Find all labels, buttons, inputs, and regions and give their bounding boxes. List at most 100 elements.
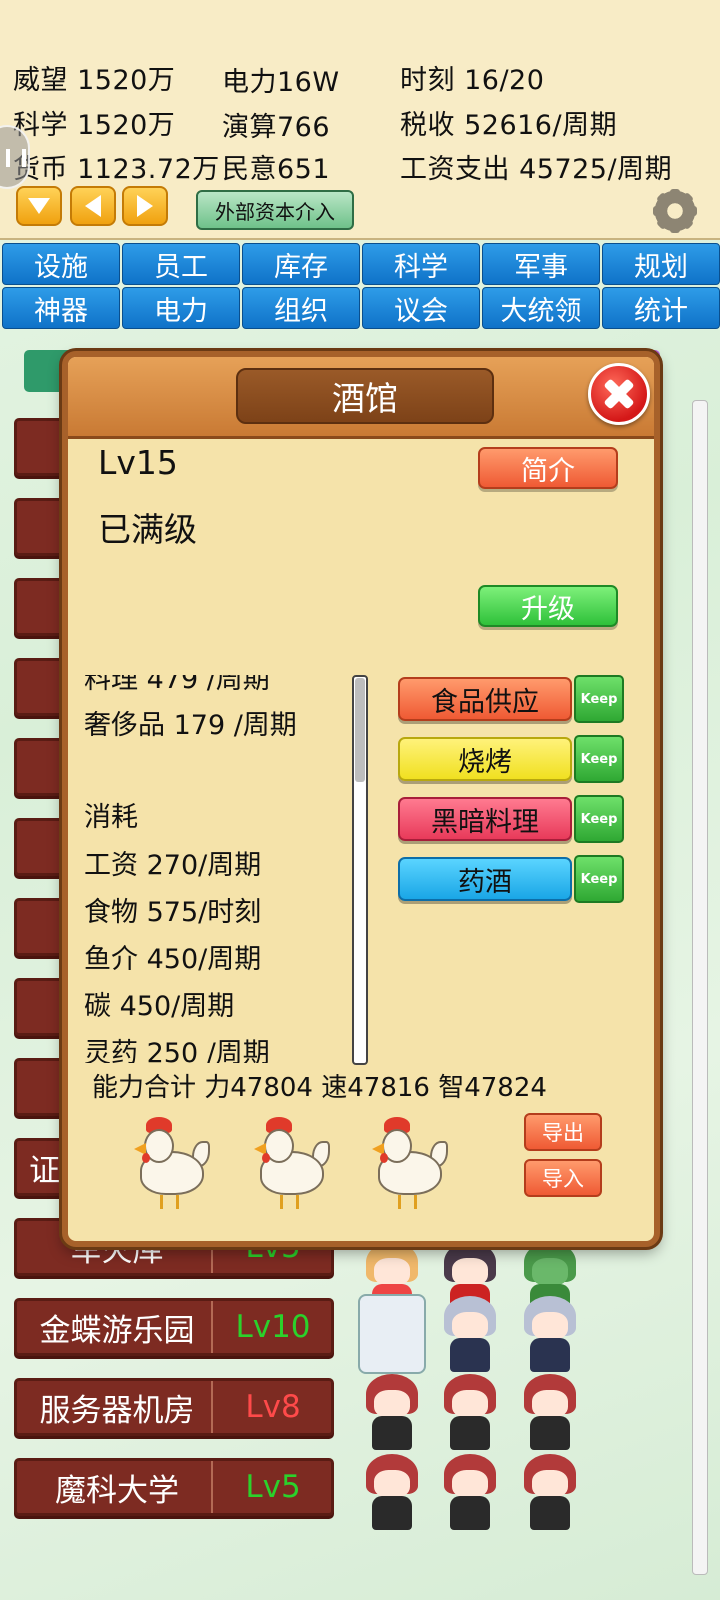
building-name: 金蝶游乐园 <box>23 1301 213 1353</box>
staff-avatar[interactable] <box>516 1452 584 1532</box>
chicken-worker-icon[interactable] <box>250 1113 334 1213</box>
vending-machine-icon[interactable] <box>358 1294 426 1374</box>
intro-button[interactable]: 简介 <box>478 447 618 489</box>
stat-label: 时刻 <box>400 65 455 96</box>
stat-label: 税收 <box>400 110 455 141</box>
gear-icon[interactable] <box>652 188 698 234</box>
stat-value: 766 <box>277 112 331 143</box>
stat-label: 工资支出 <box>400 154 510 185</box>
stat-value: 1123.72万 <box>77 154 220 185</box>
keep-button[interactable]: Keep <box>574 675 624 723</box>
tab-inventory[interactable]: 库存 <box>242 243 360 285</box>
upgrade-button[interactable]: 升级 <box>478 585 618 627</box>
stat-value: 52616/周期 <box>464 110 618 141</box>
staff-avatar[interactable] <box>358 1452 426 1532</box>
tab-statistics[interactable]: 统计 <box>602 287 720 329</box>
tab-planning[interactable]: 规划 <box>602 243 720 285</box>
stat-power: 电力16W <box>222 60 340 99</box>
stat-compute: 演算766 <box>222 105 330 144</box>
tab-power[interactable]: 电力 <box>122 287 240 329</box>
stat-science: 科学 1520万 <box>13 103 175 142</box>
close-button[interactable] <box>588 363 650 425</box>
import-button[interactable]: 导入 <box>524 1159 602 1197</box>
close-icon <box>602 377 636 411</box>
building-name: 服务器机房 <box>23 1381 213 1433</box>
stat-label: 民意 <box>222 154 277 185</box>
list-item[interactable]: 魔科大学 Lv5 <box>14 1458 334 1516</box>
info-line: 灵药 250 /周期 <box>84 1038 270 1063</box>
staff-avatar[interactable] <box>358 1372 426 1452</box>
max-level-status: 已满级 <box>98 510 197 549</box>
info-line: 工资 270/周期 <box>84 850 262 881</box>
stat-value: 1520万 <box>77 65 176 96</box>
chicken-worker-icon[interactable] <box>130 1113 214 1213</box>
arrow-down-icon <box>28 198 50 214</box>
stat-value: 1520万 <box>77 110 176 141</box>
list-scrollbar[interactable] <box>692 400 708 1575</box>
keep-button[interactable]: Keep <box>574 735 624 783</box>
stat-time: 时刻 16/20 <box>400 58 544 97</box>
stat-value: 651 <box>277 154 331 185</box>
stat-value: 45725/周期 <box>519 154 673 185</box>
production-info[interactable]: 料理 479 /周期 奢侈品 179 /周期 消耗 工资 270/周期 食物 5… <box>84 675 349 1063</box>
facility-level: Lv15 <box>98 443 178 482</box>
building-name: 魔科大学 <box>23 1461 213 1513</box>
stat-label: 威望 <box>13 65 68 96</box>
recipe-medicinal-wine-button[interactable]: 药酒 <box>398 857 572 901</box>
dialog-title: 酒馆 <box>236 368 494 424</box>
staff-avatar[interactable] <box>436 1294 504 1374</box>
building-level: Lv5 <box>245 1469 301 1505</box>
recipe-food-supply-button[interactable]: 食品供应 <box>398 677 572 721</box>
stat-value: 16/20 <box>464 65 545 96</box>
tab-military[interactable]: 军事 <box>482 243 600 285</box>
info-line: 料理 479 /周期 <box>84 675 270 695</box>
arrow-left-button[interactable] <box>70 186 116 226</box>
recipe-bbq-button[interactable]: 烧烤 <box>398 737 572 781</box>
staff-avatar[interactable] <box>436 1452 504 1532</box>
ability-total: 能力合计 力47804 速47816 智47824 <box>92 1073 547 1103</box>
stat-salary: 工资支出 45725/周期 <box>400 147 672 186</box>
stat-currency: 货币 1123.72万 <box>13 147 220 186</box>
pause-bubble-icon[interactable] <box>0 125 30 189</box>
arrow-right-button[interactable] <box>122 186 168 226</box>
external-capital-button[interactable]: 外部资本介入 <box>196 190 354 230</box>
arrow-down-button[interactable] <box>16 186 62 226</box>
list-item[interactable]: 金蝶游乐园 Lv10 <box>14 1298 334 1356</box>
tab-president[interactable]: 大统领 <box>482 287 600 329</box>
info-scrollbar[interactable] <box>352 675 368 1065</box>
stat-tax: 税收 52616/周期 <box>400 103 617 142</box>
building-level: Lv10 <box>235 1309 311 1345</box>
scrollbar-thumb[interactable] <box>355 678 365 782</box>
stat-value: 16W <box>277 67 340 98</box>
info-line: 鱼介 450/周期 <box>84 944 262 975</box>
dialog-header: 酒馆 <box>68 357 654 439</box>
nav-tabs: 设施 员工 库存 科学 军事 规划 神器 电力 组织 议会 大统领 统计 <box>2 243 720 331</box>
list-item[interactable]: 服务器机房 Lv8 <box>14 1378 334 1436</box>
staff-avatar[interactable] <box>436 1372 504 1452</box>
recipe-dark-cuisine-button[interactable]: 黑暗料理 <box>398 797 572 841</box>
tab-staff[interactable]: 员工 <box>122 243 240 285</box>
info-line: 碳 450/周期 <box>84 991 235 1022</box>
tab-facilities[interactable]: 设施 <box>2 243 120 285</box>
stats-panel: 威望 1520万 电力16W 时刻 16/20 科学 1520万 演算766 税… <box>0 0 720 240</box>
tab-organization[interactable]: 组织 <box>242 287 360 329</box>
tab-parliament[interactable]: 议会 <box>362 287 480 329</box>
tab-science[interactable]: 科学 <box>362 243 480 285</box>
stat-label: 演算 <box>222 112 277 143</box>
staff-avatar[interactable] <box>516 1294 584 1374</box>
keep-button[interactable]: Keep <box>574 855 624 903</box>
export-button[interactable]: 导出 <box>524 1113 602 1151</box>
staff-avatar[interactable] <box>516 1372 584 1452</box>
stat-opinion: 民意651 <box>222 147 330 186</box>
info-line: 食物 575/时刻 <box>84 897 262 928</box>
stat-prestige: 威望 1520万 <box>13 58 175 97</box>
info-line: 消耗 <box>84 802 138 833</box>
arrow-left-icon <box>85 195 101 217</box>
info-line: 奢侈品 179 /周期 <box>84 710 297 741</box>
stat-label: 电力 <box>222 67 277 98</box>
chicken-worker-icon[interactable] <box>368 1113 452 1213</box>
arrow-right-icon <box>137 195 153 217</box>
tavern-dialog: 酒馆 Lv15 已满级 简介 升级 料理 479 /周期 奢侈品 179 /周期… <box>62 351 660 1247</box>
tab-artifacts[interactable]: 神器 <box>2 287 120 329</box>
keep-button[interactable]: Keep <box>574 795 624 843</box>
